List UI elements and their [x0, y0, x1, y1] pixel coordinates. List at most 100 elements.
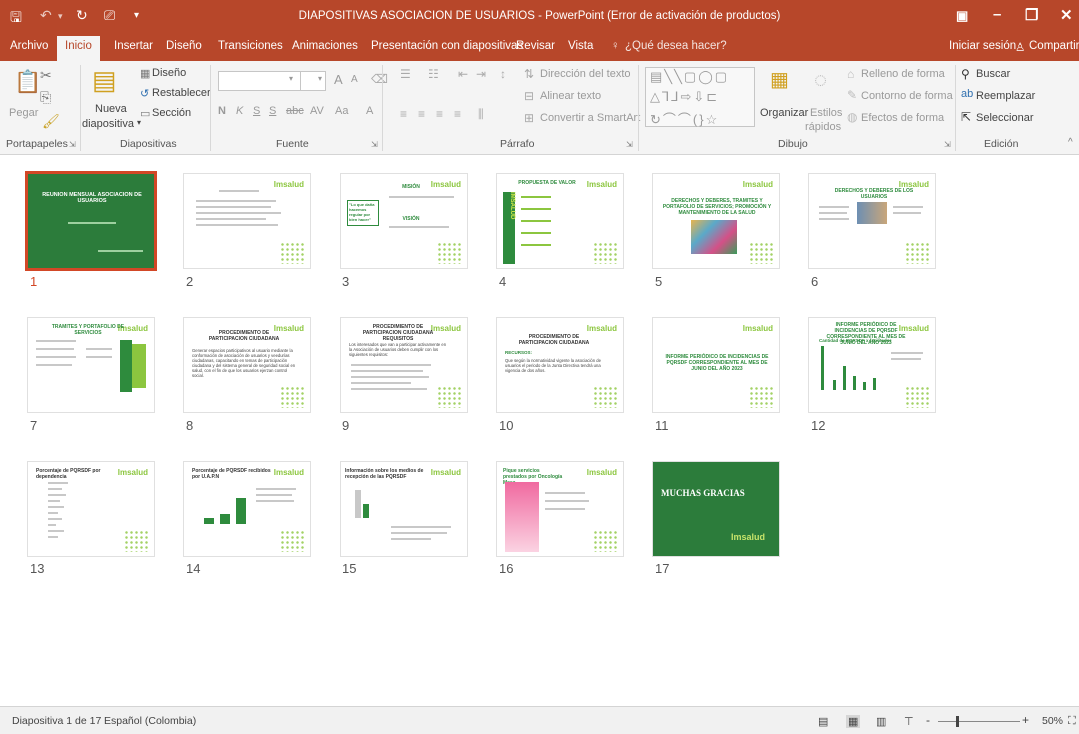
slide-thumbnail[interactable]: Imsalud PROCEDIMIENTO DE PARTICIPACION C… [496, 317, 624, 413]
fit-slide-icon[interactable]: ⛶ [1068, 715, 1076, 728]
font-size-dropdown-icon[interactable]: ▾ [318, 74, 322, 83]
columns-icon[interactable]: ⫼ [478, 107, 484, 122]
dibujo-launcher-icon[interactable]: ⇲ [944, 140, 951, 149]
shrink-font-button[interactable]: A [351, 74, 358, 85]
new-slide-button[interactable]: diapositiva [82, 118, 134, 130]
tab-insertar[interactable]: Insertar [114, 40, 153, 52]
slide-thumbnail[interactable]: Imsalud PROCEDIMIENTO DE PARTICIPACION C… [183, 317, 311, 413]
layout-button[interactable]: Diseño [152, 67, 186, 79]
shapes-row-2[interactable]: △⅂⅃⇨⇩⊏ [650, 89, 719, 105]
minimize-icon[interactable]: – [993, 6, 1001, 23]
slide-sorter-view-icon[interactable]: ▦ [846, 715, 861, 728]
replace-icon[interactable]: ab [961, 88, 973, 100]
slide-thumbnail[interactable]: Imsalud PROPUESTA DE VALOR IMSALUD [496, 173, 624, 269]
align-right-icon[interactable]: ≡ [436, 107, 443, 121]
slide-thumbnail[interactable]: MUCHAS GRACIAS Imsalud [652, 461, 780, 557]
replace-button[interactable]: Reemplazar [976, 90, 1035, 102]
bullets-icon[interactable]: ☰ [400, 67, 411, 81]
parrafo-launcher-icon[interactable]: ⇲ [626, 140, 633, 149]
share-icon[interactable]: ♙ [1015, 40, 1025, 54]
shape-fill-button[interactable]: Relleno de forma [861, 68, 945, 80]
justify-icon[interactable]: ≡ [454, 107, 461, 121]
quick-styles-button[interactable]: rápidos [805, 121, 841, 133]
smartart-icon[interactable]: ⊞ [524, 111, 534, 125]
numbering-icon[interactable]: ☷ [428, 67, 439, 81]
bold-button[interactable]: N [218, 105, 226, 117]
shape-effects-button[interactable]: Efectos de forma [861, 112, 944, 124]
reading-view-icon[interactable]: ▥ [876, 715, 886, 728]
search-icon[interactable]: ⚲ [961, 67, 970, 81]
zoom-out-button[interactable]: - [926, 713, 930, 727]
slide-thumbnail[interactable]: Imsalud Porcentaje de PQRSDF recibidos p… [183, 461, 311, 557]
clear-format-icon[interactable]: ⌫ [371, 72, 388, 86]
share-button[interactable]: Compartir [1029, 40, 1079, 52]
zoom-slider-thumb[interactable] [956, 716, 959, 727]
underline-button[interactable]: S [253, 105, 260, 117]
font-size-select[interactable] [300, 71, 326, 91]
font-family-dropdown-icon[interactable]: ▾ [289, 74, 293, 83]
case-button[interactable]: Aa [335, 105, 348, 117]
slide-thumbnail[interactable]: Imsalud TRAMITES Y PORTAFOLIO DE SERVICI… [27, 317, 155, 413]
smartart-button[interactable]: Convertir a SmartArt [540, 112, 640, 124]
slide-thumbnail[interactable]: Imsalud Porcentaje de PQRSDF por depende… [27, 461, 155, 557]
arrange-button[interactable]: Organizar [760, 107, 808, 119]
align-center-icon[interactable]: ≡ [418, 107, 425, 121]
align-text-icon[interactable]: ⊟ [524, 89, 534, 103]
normal-view-icon[interactable]: ▤ [818, 715, 828, 728]
text-direction-button[interactable]: Dirección del texto [540, 68, 631, 80]
select-icon[interactable]: ⇱ [961, 110, 971, 124]
align-text-button[interactable]: Alinear texto [540, 90, 601, 102]
copy-icon[interactable]: ⎘ [40, 89, 51, 106]
reset-icon[interactable]: ↺ [140, 87, 149, 100]
select-button[interactable]: Seleccionar [976, 112, 1033, 124]
line-spacing-icon[interactable]: ↕ [500, 67, 506, 81]
zoom-in-button[interactable]: + [1022, 713, 1029, 727]
shadow-button[interactable]: S [269, 105, 276, 117]
tab-vista[interactable]: Vista [568, 40, 593, 52]
zoom-level[interactable]: 50% [1042, 715, 1063, 727]
tell-me-input[interactable]: ¿Qué desea hacer? [625, 40, 727, 52]
grow-font-button[interactable]: A [334, 72, 343, 87]
new-slide-label[interactable]: Nueva [95, 103, 127, 115]
tab-animaciones[interactable]: Animaciones [292, 40, 358, 52]
spacing-button[interactable]: AV [310, 105, 324, 117]
align-left-icon[interactable]: ≡ [400, 107, 407, 121]
slide-thumbnail[interactable]: Imsalud Información sobre los medios de … [340, 461, 468, 557]
section-button[interactable]: Sección [152, 107, 191, 119]
language-indicator[interactable]: Español (Colombia) [104, 715, 196, 727]
outdent-icon[interactable]: ⇥ [476, 67, 486, 81]
tab-presentacion[interactable]: Presentación con diapositivas [371, 40, 523, 52]
cut-icon[interactable]: ✂ [40, 67, 52, 84]
effects-icon[interactable]: ◍ [847, 110, 857, 124]
italic-button[interactable]: K [236, 105, 243, 117]
slideshow-view-icon[interactable]: ⊤ [904, 715, 914, 728]
shapes-row-1[interactable]: ▤╲╲▢◯▢ [650, 69, 729, 85]
close-icon[interactable]: ✕ [1060, 6, 1073, 24]
tab-transiciones[interactable]: Transiciones [218, 40, 283, 52]
quick-styles-label[interactable]: Estilos [810, 107, 842, 119]
slide-thumbnail[interactable]: Imsalud INFORME PERIÓDICO DE INCIDENCIAS… [808, 317, 936, 413]
arrange-icon[interactable]: ▦ [770, 67, 789, 92]
strikethrough-button[interactable]: abc [286, 105, 304, 117]
slide-thumbnail[interactable]: Imsalud DERECHOS Y DEBERES DE LOS USUARI… [808, 173, 936, 269]
zoom-slider[interactable] [938, 721, 1020, 722]
text-direction-icon[interactable]: ⇅ [524, 67, 534, 81]
maximize-icon[interactable]: ❐ [1025, 6, 1038, 24]
section-icon[interactable]: ▭ [140, 107, 150, 120]
slide-thumbnail[interactable]: Imsalud DERECHOS Y DEBERES, TRAMITES Y P… [652, 173, 780, 269]
ribbon-options-icon[interactable]: ▣ [956, 8, 968, 24]
quick-styles-icon[interactable]: ◌ [814, 67, 827, 93]
new-slide-icon[interactable]: ▤ [92, 65, 117, 96]
signin-link[interactable]: Iniciar sesión [949, 40, 1016, 52]
font-color-button[interactable]: A [366, 105, 373, 117]
format-painter-icon[interactable]: 🖌 [42, 113, 60, 130]
tab-diseno[interactable]: Diseño [166, 40, 202, 52]
slide-thumbnail[interactable]: Imsalud Pique servicios prestados por On… [496, 461, 624, 557]
slide-thumbnail[interactable]: REUNION MENSUAL ASOCIACION DE USUARIOS [25, 171, 157, 271]
find-button[interactable]: Buscar [976, 68, 1010, 80]
portapapeles-launcher-icon[interactable]: ⇲ [69, 140, 76, 149]
shapes-row-3[interactable]: ↻⌒⌒(}☆ [650, 109, 719, 128]
outline-icon[interactable]: ✎ [847, 88, 857, 102]
fill-icon[interactable]: ⌂ [847, 67, 854, 81]
layout-icon[interactable]: ▦ [140, 67, 150, 80]
